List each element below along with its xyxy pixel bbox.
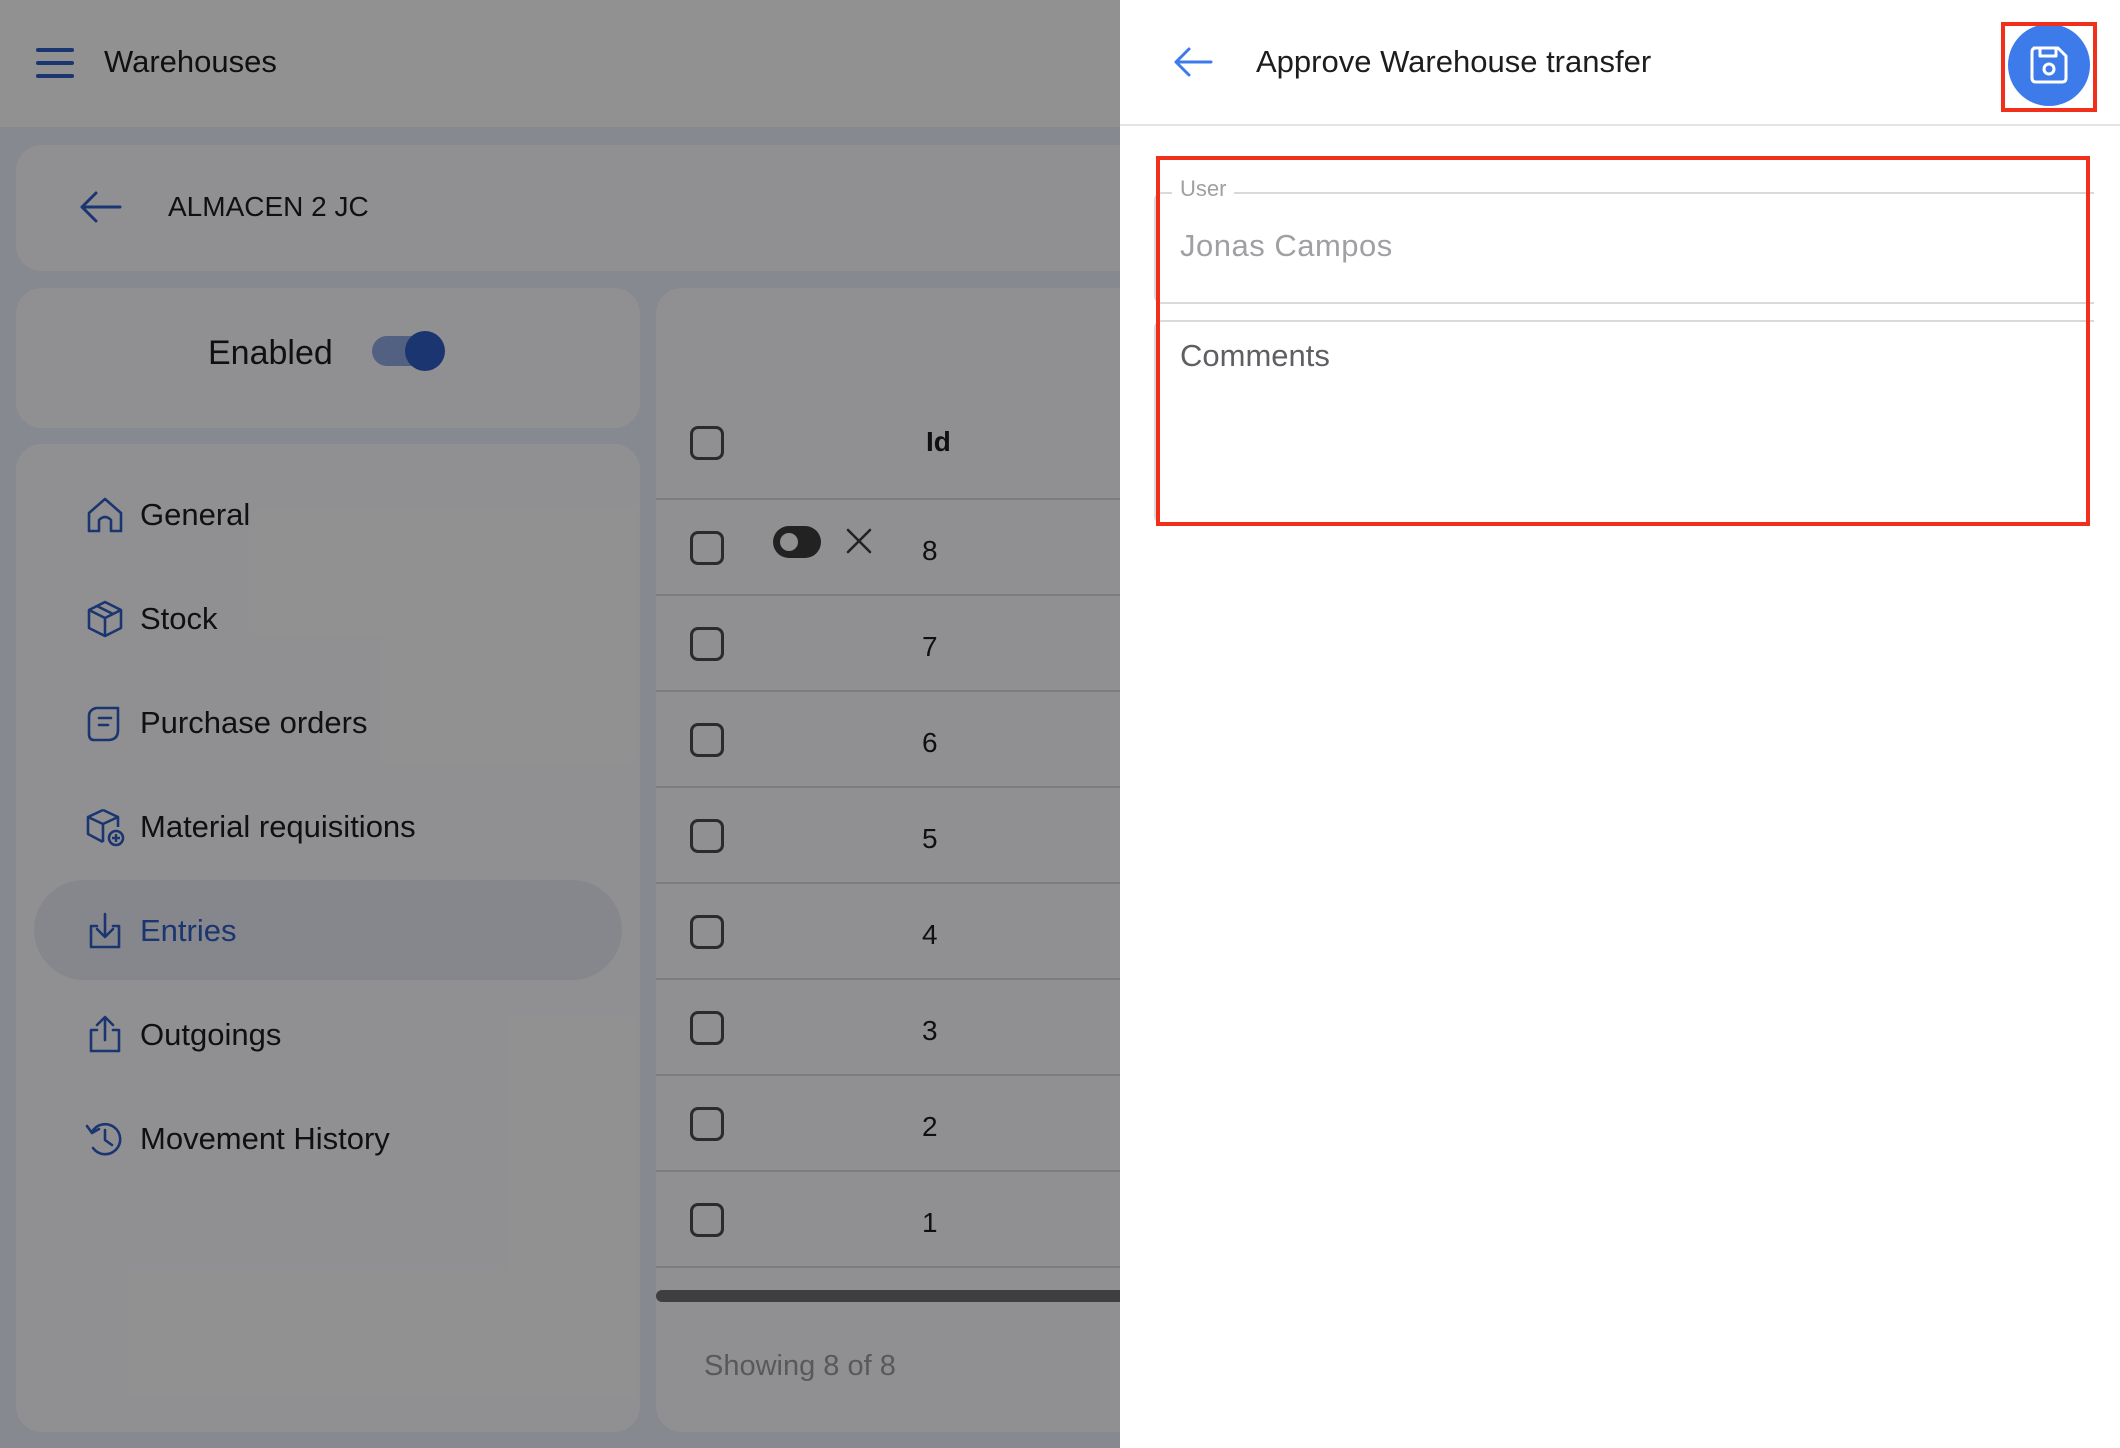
comments-input[interactable] — [1180, 338, 2070, 508]
back-arrow-icon[interactable] — [1172, 44, 1214, 80]
approve-transfer-drawer: Approve Warehouse transfer User Jonas Ca… — [1120, 0, 2120, 1448]
floppy-disk-icon — [2030, 46, 2068, 84]
user-field-label: User — [1172, 176, 1235, 202]
drawer-title: Approve Warehouse transfer — [1256, 44, 1652, 79]
save-button[interactable] — [2008, 24, 2090, 106]
drawer-header: Approve Warehouse transfer — [1120, 0, 2120, 126]
user-field-value: Jonas Campos — [1180, 228, 1393, 263]
modal-scrim[interactable] — [0, 0, 1120, 1448]
